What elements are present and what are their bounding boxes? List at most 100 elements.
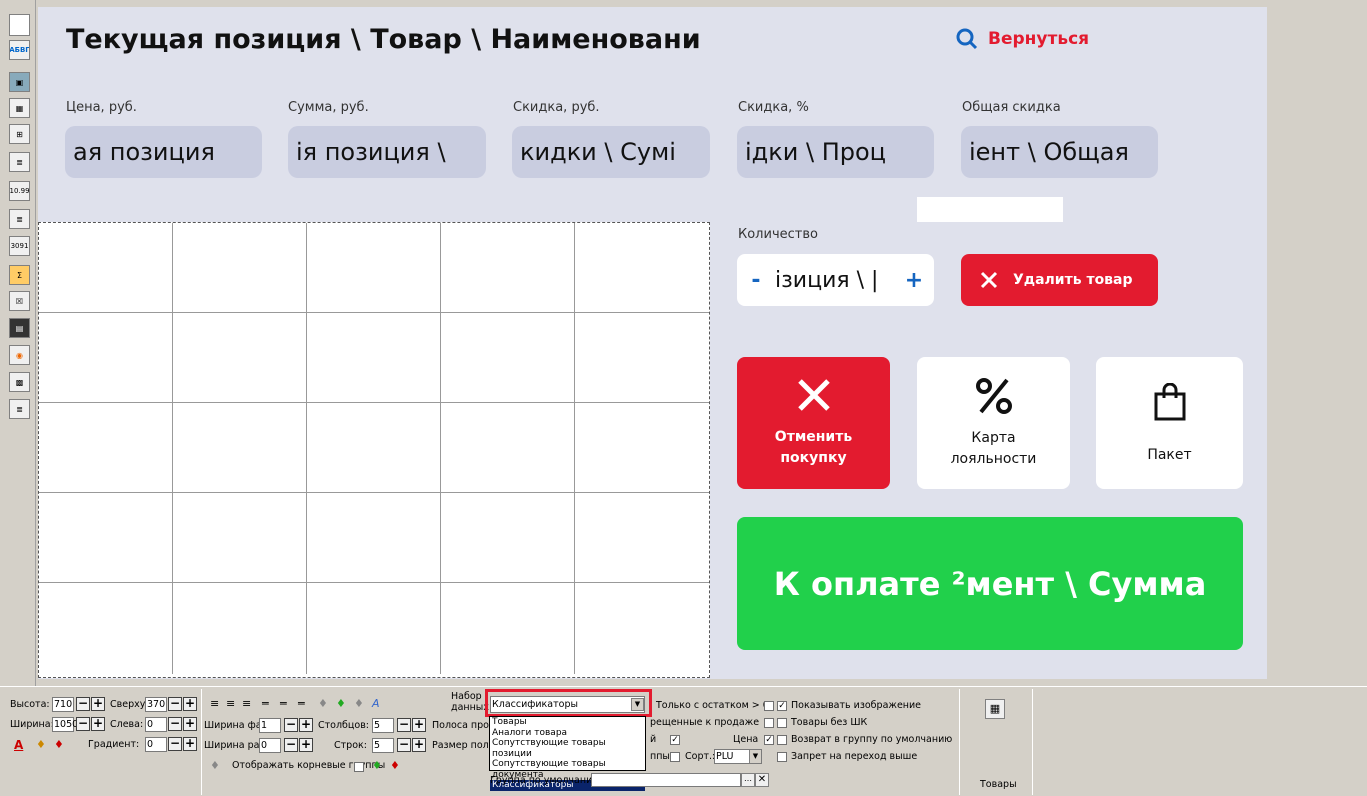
fill-icon[interactable]: ♦ bbox=[210, 759, 220, 772]
grid-cell[interactable] bbox=[307, 583, 441, 674]
top-plus-button[interactable]: + bbox=[183, 697, 197, 711]
no-barcode-checkbox[interactable] bbox=[777, 718, 787, 728]
gradient-input[interactable]: 0 bbox=[145, 737, 167, 752]
grid-cell[interactable] bbox=[575, 493, 709, 583]
rows-minus-button[interactable]: − bbox=[397, 738, 411, 752]
fill-icon[interactable]: ♦ bbox=[318, 697, 328, 710]
chamfer-minus-button[interactable]: − bbox=[284, 718, 298, 732]
option-checkbox[interactable]: ✓ bbox=[670, 735, 680, 745]
font-color-icon[interactable]: A bbox=[14, 738, 23, 752]
frame-input[interactable]: 0 bbox=[259, 738, 281, 753]
back-button[interactable]: Вернуться bbox=[956, 28, 1089, 50]
align-right-icon[interactable]: ≡ bbox=[242, 697, 251, 710]
gradient-minus-button[interactable]: − bbox=[168, 737, 182, 751]
no-upper-checkbox[interactable] bbox=[777, 752, 787, 762]
fill-green-icon[interactable]: ♦ bbox=[336, 697, 346, 710]
grid-cell[interactable] bbox=[441, 223, 575, 313]
fill-red-icon[interactable]: ♦ bbox=[390, 759, 400, 772]
sum-tool-icon[interactable]: Σ bbox=[9, 265, 30, 285]
clear-icon[interactable]: ✕ bbox=[755, 773, 769, 787]
list-tool-icon[interactable]: ≣ bbox=[9, 152, 30, 172]
picture-tool-icon[interactable]: ▣ bbox=[9, 72, 30, 92]
top-input[interactable]: 370 bbox=[145, 697, 167, 712]
top-minus-button[interactable]: − bbox=[168, 697, 182, 711]
sort-select[interactable]: PLU ▼ bbox=[714, 749, 762, 764]
number-tool-icon[interactable]: 10.99 bbox=[9, 181, 30, 201]
chamfer-plus-button[interactable]: + bbox=[299, 718, 313, 732]
product-grid[interactable] bbox=[38, 222, 710, 678]
border-color-icon[interactable]: ♦ bbox=[54, 738, 64, 751]
grid-cell[interactable] bbox=[173, 583, 307, 674]
allowed-sale-checkbox[interactable] bbox=[764, 718, 774, 728]
dataset-select[interactable]: Классификаторы ▼ bbox=[490, 696, 645, 713]
grid-cell[interactable] bbox=[307, 313, 441, 403]
bag-button[interactable]: Пакет bbox=[1096, 357, 1243, 489]
rows-input[interactable]: 5 bbox=[372, 738, 394, 753]
text-tool-icon[interactable]: АБВГ bbox=[9, 40, 30, 60]
counter-tool-icon[interactable]: 3091 bbox=[9, 236, 30, 256]
tree-tool-icon[interactable]: ⊞ bbox=[9, 124, 30, 144]
grid-cell[interactable] bbox=[307, 493, 441, 583]
fill-green-icon[interactable]: ♦ bbox=[372, 759, 382, 772]
dataset-option[interactable]: Товары bbox=[490, 717, 645, 728]
grid-cell[interactable] bbox=[173, 403, 307, 493]
loyalty-card-button[interactable]: Карта лояльности bbox=[917, 357, 1070, 489]
delete-item-button[interactable]: Удалить товар bbox=[961, 254, 1158, 306]
width-minus-button[interactable]: − bbox=[76, 717, 90, 731]
frame-plus-button[interactable]: + bbox=[299, 738, 313, 752]
left-minus-button[interactable]: − bbox=[168, 717, 182, 731]
text-style-icon[interactable]: A bbox=[372, 697, 380, 710]
root-groups-checkbox[interactable] bbox=[354, 762, 364, 772]
grid-cell[interactable] bbox=[173, 223, 307, 313]
columns-plus-button[interactable]: + bbox=[412, 718, 426, 732]
grid-cell[interactable] bbox=[173, 493, 307, 583]
grid-tool-icon[interactable]: ▦ bbox=[9, 98, 30, 118]
valign-top-icon[interactable]: ═ bbox=[262, 697, 269, 710]
width-plus-button[interactable]: + bbox=[91, 717, 105, 731]
align-left-icon[interactable]: ≡ bbox=[210, 697, 219, 710]
columns-minus-button[interactable]: − bbox=[397, 718, 411, 732]
film-tool-icon[interactable]: ▤ bbox=[9, 318, 30, 338]
valign-bottom-icon[interactable]: ═ bbox=[298, 697, 305, 710]
grid-cell[interactable] bbox=[575, 583, 709, 674]
fill-gray-icon[interactable]: ♦ bbox=[354, 697, 364, 710]
qr-tool-icon[interactable]: ▩ bbox=[9, 372, 30, 392]
left-plus-button[interactable]: + bbox=[183, 717, 197, 731]
grid-cell[interactable] bbox=[39, 223, 173, 313]
valign-middle-icon[interactable]: ═ bbox=[280, 697, 287, 710]
grid-cell[interactable] bbox=[173, 313, 307, 403]
left-input[interactable]: 0 bbox=[145, 717, 167, 732]
grid-cell[interactable] bbox=[575, 403, 709, 493]
width-input[interactable]: 1050 bbox=[52, 717, 78, 732]
chamfer-input[interactable]: 1 bbox=[259, 718, 281, 733]
grid-cell[interactable] bbox=[39, 493, 173, 583]
grid-cell[interactable] bbox=[307, 223, 441, 313]
grid-cell[interactable] bbox=[575, 313, 709, 403]
grid-cell[interactable] bbox=[307, 403, 441, 493]
checkbox-tool-icon[interactable]: ☒ bbox=[9, 291, 30, 311]
height-input[interactable]: 710 bbox=[52, 697, 74, 712]
table-tool-icon[interactable]: ≣ bbox=[9, 399, 30, 419]
goods-icon[interactable]: ▦ bbox=[985, 699, 1005, 719]
grid-cell[interactable] bbox=[575, 223, 709, 313]
height-minus-button[interactable]: − bbox=[76, 697, 90, 711]
ellipsis-button[interactable]: … bbox=[741, 773, 755, 787]
grid-cell[interactable] bbox=[441, 403, 575, 493]
grid-cell[interactable] bbox=[39, 313, 173, 403]
price-checkbox[interactable]: ✓ bbox=[764, 735, 774, 745]
align-center-icon[interactable]: ≡ bbox=[226, 697, 235, 710]
grid-cell[interactable] bbox=[441, 313, 575, 403]
dataset-option[interactable]: Аналоги товара bbox=[490, 728, 645, 739]
blank-tool-icon[interactable] bbox=[9, 14, 30, 36]
chevron-down-icon[interactable]: ▼ bbox=[631, 698, 644, 711]
cancel-purchase-button[interactable]: Отменить покупку bbox=[737, 357, 890, 489]
gradient-plus-button[interactable]: + bbox=[183, 737, 197, 751]
height-plus-button[interactable]: + bbox=[91, 697, 105, 711]
grid-cell[interactable] bbox=[39, 403, 173, 493]
grid-cell[interactable] bbox=[441, 493, 575, 583]
quantity-plus-button[interactable]: + bbox=[895, 268, 933, 293]
grid-cell[interactable] bbox=[39, 583, 173, 674]
grid-cell[interactable] bbox=[441, 583, 575, 674]
show-image-checkbox[interactable]: ✓ bbox=[777, 701, 787, 711]
default-group-input[interactable] bbox=[591, 773, 741, 787]
